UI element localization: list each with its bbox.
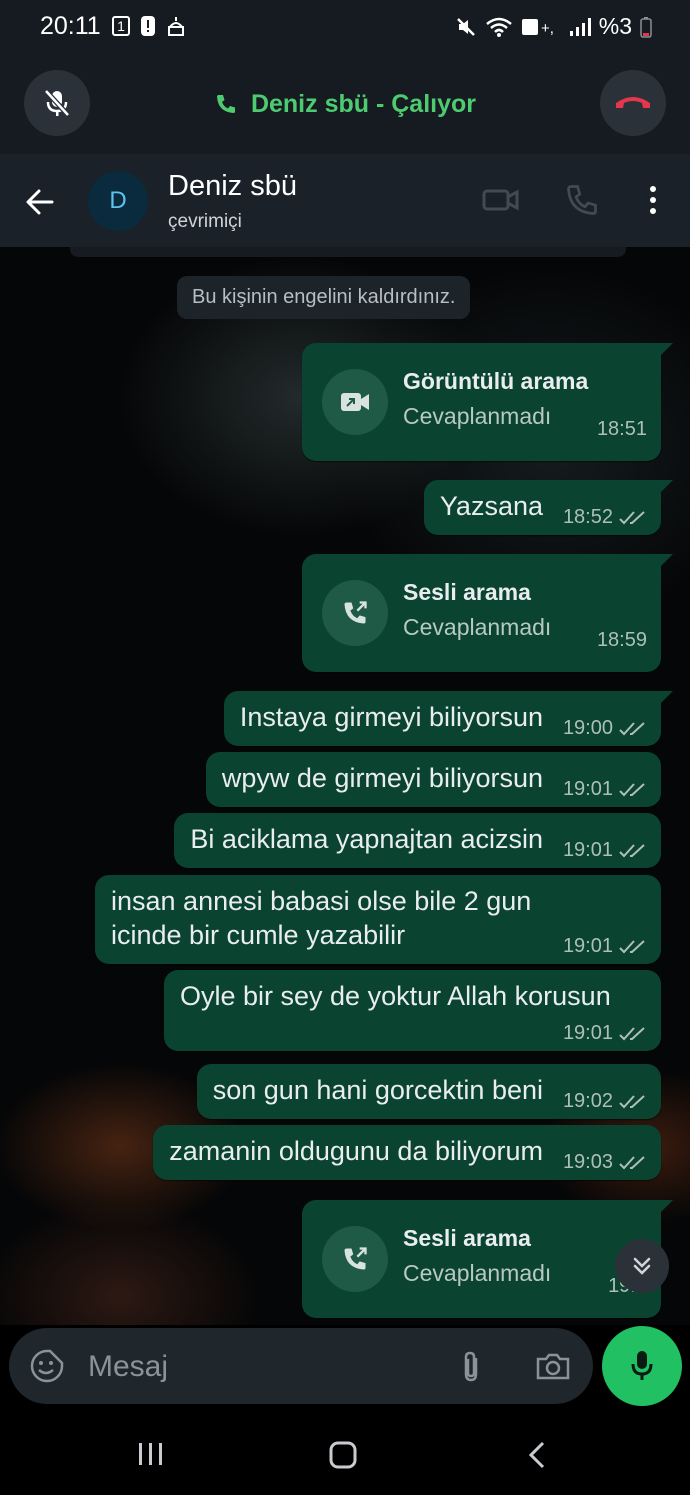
wifi-icon: [485, 17, 512, 37]
message-bubble[interactable]: Yazsana 18:52: [423, 480, 674, 535]
message-time: 18:59: [596, 629, 647, 651]
voice-message-button[interactable]: [602, 1326, 682, 1406]
more-options-icon[interactable]: [640, 182, 666, 218]
composer: Mesaj: [0, 1325, 690, 1415]
navigation-bar: [0, 1415, 690, 1495]
call-status: Cevaplanmadı: [403, 403, 552, 429]
call-status: Cevaplanmadı: [403, 1260, 552, 1286]
volte-icon: +,: [521, 18, 554, 37]
message-bubble[interactable]: wpyw de girmeyi biliyorsun 19:01: [205, 752, 661, 807]
double-check-icon: [619, 1026, 645, 1040]
status-time: 20:11: [40, 12, 101, 40]
back-icon[interactable]: [524, 1440, 550, 1470]
battery-level: %3: [598, 13, 632, 39]
contact-name[interactable]: Deniz sbü: [168, 170, 297, 203]
system-message: Bu kişinin engelini kaldırdınız.: [177, 276, 471, 319]
signal-icon: [569, 17, 591, 36]
double-check-icon: [619, 939, 645, 953]
message-time: 19:01: [562, 1022, 613, 1044]
message-time: 19:01: [562, 935, 613, 957]
double-chevron-down-icon: [633, 1257, 651, 1275]
mosque-icon: [167, 17, 185, 36]
sticker-emoji-icon[interactable]: [29, 1348, 65, 1384]
recent-apps-icon[interactable]: [136, 1440, 166, 1468]
message-bubble[interactable]: zamanin oldugunu da biliyorum 19:03: [153, 1125, 661, 1180]
video-call-icon[interactable]: [482, 182, 520, 218]
chat-area[interactable]: Bu kişinin engelini kaldırdınız. Görüntü…: [0, 247, 690, 1325]
attach-icon[interactable]: [458, 1350, 484, 1384]
double-check-icon: [619, 1094, 645, 1108]
alert-icon: [141, 16, 155, 36]
message-bubble[interactable]: Bi aciklama yapnajtan acizsin 19:01: [174, 813, 661, 868]
battery-icon: [640, 16, 652, 38]
double-check-icon: [619, 843, 645, 857]
ongoing-call-bar[interactable]: Deniz sbü - Çalıyor: [0, 52, 690, 154]
presence-status: çevrimiçi: [168, 211, 242, 232]
mute-icon: [456, 17, 475, 36]
chat-header: D Deniz sbü çevrimiçi: [0, 154, 690, 247]
scroll-to-bottom-button[interactable]: [615, 1239, 669, 1293]
message-time: 19:03: [562, 1151, 613, 1173]
end-call-button[interactable]: [600, 70, 666, 136]
microphone-icon: [631, 1351, 653, 1380]
missed-voice-call-bubble[interactable]: Sesli arama Cevaplanmadı 18:59: [302, 554, 673, 672]
message-bubble[interactable]: Instaya girmeyi biliyorsun 19:00: [223, 691, 674, 746]
hang-up-icon: [616, 97, 650, 108]
camera-icon[interactable]: [535, 1350, 571, 1382]
sim-1-icon: 1: [112, 16, 130, 36]
call-status: Cevaplanmadı: [403, 614, 552, 640]
double-check-icon: [619, 1155, 645, 1169]
back-arrow-icon[interactable]: [22, 184, 58, 220]
message-bubble[interactable]: son gun hani gorcektin beni 19:02: [196, 1064, 661, 1119]
missed-video-call-bubble[interactable]: Görüntülü arama Cevaplanmadı 18:51: [302, 343, 673, 461]
svg-text:+,: +,: [541, 20, 554, 37]
message-time: 18:52: [562, 506, 613, 528]
voice-call-icon[interactable]: [564, 182, 600, 218]
message-bubble[interactable]: Oyle bir sey de yoktur Allah korusun 19:…: [164, 970, 661, 1051]
message-time: 19:00: [562, 717, 613, 739]
message-time: 19:02: [562, 1090, 613, 1112]
avatar[interactable]: D: [88, 171, 148, 231]
notification-badge: 1: [117, 18, 125, 34]
call-title: Sesli arama: [403, 579, 531, 605]
message-input[interactable]: Mesaj: [88, 1350, 168, 1384]
double-check-icon: [619, 721, 645, 735]
call-title: Sesli arama: [403, 1225, 531, 1251]
outgoing-call-icon: [344, 1247, 367, 1270]
call-status-text[interactable]: Deniz sbü - Çalıyor: [0, 90, 690, 119]
missed-voice-call-bubble[interactable]: Sesli arama Cevaplanmadı 19:3: [302, 1200, 673, 1318]
message-field[interactable]: Mesaj: [9, 1328, 593, 1404]
double-check-icon: [619, 782, 645, 796]
message-bubble[interactable]: insan annesi babasi olse bile 2 gun icin…: [95, 875, 661, 964]
call-title: Görüntülü arama: [403, 368, 589, 394]
message-time: 19:01: [562, 839, 613, 861]
message-time: 18:51: [596, 418, 647, 440]
outgoing-call-icon: [344, 601, 367, 624]
status-bar: 20:11 1 +, %3: [0, 0, 690, 52]
home-icon[interactable]: [328, 1440, 358, 1470]
message-time: 19:01: [562, 778, 613, 800]
video-camera-icon: [341, 393, 369, 411]
double-check-icon: [619, 510, 645, 524]
phone-icon: [217, 95, 235, 113]
